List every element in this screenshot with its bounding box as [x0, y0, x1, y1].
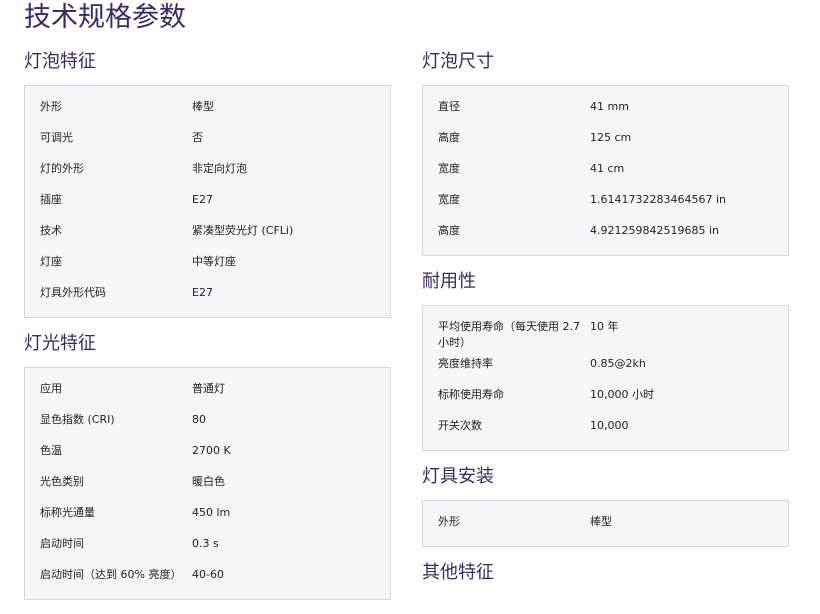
spec-value: 450 lm [192, 506, 231, 519]
spec-row: 标称使用寿命 10,000 小时 [423, 382, 788, 413]
spec-card: 外形 棒型 可调光 否 灯的外形 非定向灯泡 插座 E27 技术 紧凑型荧光灯 (CFLi… [24, 85, 391, 318]
spec-row: 应用 普通灯 [25, 376, 390, 407]
spec-card: 应用 普通灯 显色指数 (CRI) 80 色温 2700 K 光色类别 暖白色 标称光通… [24, 367, 391, 600]
spec-row: 宽度 1.6141732283464567 in [423, 187, 788, 218]
spec-value: 10,000 [590, 419, 629, 432]
spec-card: 平均使用寿命（每天使用 2.7 小时） 10 年 亮度维持率 0.85@2kh 标称… [422, 305, 789, 451]
spec-row: 高度 4.921259842519685 in [423, 218, 788, 249]
spec-label: 宽度 [438, 162, 460, 175]
section-title: 灯泡特征 [24, 51, 96, 72]
spec-value: E27 [192, 193, 213, 206]
spec-value: 紧凑型荧光灯 (CFLi) [192, 224, 294, 237]
spec-row: 开关次数 10,000 [423, 413, 788, 444]
spec-value: 10,000 小时 [590, 388, 654, 401]
section-title: 其他特征 [422, 562, 494, 583]
section-durability: 耐用性 平均使用寿命（每天使用 2.7 小时） 10 年 亮度维持率 0.85@2k… [422, 270, 789, 451]
spec-row: 高度 125 cm [423, 125, 788, 156]
spec-value: 10 年 [590, 320, 619, 333]
spec-value: 40-60 [192, 568, 224, 581]
spec-label: 外形 [40, 100, 62, 113]
spec-label: 光色类别 [40, 475, 84, 488]
spec-value: 125 cm [590, 131, 632, 144]
section-light-features: 灯光特征 应用 普通灯 显色指数 (CRI) 80 色温 2700 K 光色类别 暖白色… [24, 332, 391, 600]
section-bulb-dimensions: 灯泡尺寸 直径 41 mm 高度 125 cm 宽度 41 cm 宽度 1.614173… [422, 50, 789, 256]
right-column: 灯泡尺寸 直径 41 mm 高度 125 cm 宽度 41 cm 宽度 1.614173… [422, 50, 789, 599]
spec-value: 普通灯 [192, 382, 225, 395]
spec-row: 标称光通量 450 lm [25, 500, 390, 531]
spec-row: 外形 棒型 [423, 509, 788, 540]
spec-label: 技术 [40, 224, 62, 237]
spec-value: 棒型 [192, 100, 214, 113]
spec-row: 可调光 否 [25, 125, 390, 156]
spec-row: 启动时间 0.3 s [25, 531, 390, 562]
spec-value: 中等灯座 [192, 255, 236, 268]
left-column: 灯泡特征 外形 棒型 可调光 否 灯的外形 非定向灯泡 插座 E27 技术 紧凑型荧光灯 … [24, 50, 391, 614]
spec-value: 棒型 [590, 515, 612, 528]
spec-label: 灯的外形 [40, 162, 84, 175]
spec-row: 色温 2700 K [25, 438, 390, 469]
section-title: 耐用性 [422, 271, 476, 292]
spec-row: 平均使用寿命（每天使用 2.7 小时） 10 年 [423, 314, 788, 351]
spec-label: 色温 [40, 444, 62, 457]
spec-row: 宽度 41 cm [423, 156, 788, 187]
spec-row: 亮度维持率 0.85@2kh [423, 351, 788, 382]
section-title: 灯光特征 [24, 333, 96, 354]
spec-label: 高度 [438, 224, 460, 237]
section-title: 灯泡尺寸 [422, 51, 494, 72]
spec-label: 标称使用寿命 [438, 388, 504, 401]
spec-value: 80 [192, 413, 206, 426]
spec-row: 启动时间（达到 60% 亮度） 40-60 [25, 562, 390, 593]
spec-label: 直径 [438, 100, 460, 113]
spec-value: 41 mm [590, 100, 629, 113]
page-title: 技术规格参数 [24, 2, 186, 33]
section-other-features: 其他特征 [422, 561, 789, 585]
spec-label: 启动时间（达到 60% 亮度） [40, 568, 182, 581]
spec-row: 光色类别 暖白色 [25, 469, 390, 500]
spec-label: 灯座 [40, 255, 62, 268]
spec-label: 插座 [40, 193, 62, 206]
spec-row: 灯具外形代码 E27 [25, 280, 390, 311]
spec-label: 标称光通量 [40, 506, 95, 519]
spec-row: 外形 棒型 [25, 94, 390, 125]
spec-value: 41 cm [590, 162, 625, 175]
spec-card: 直径 41 mm 高度 125 cm 宽度 41 cm 宽度 1.61417322834… [422, 85, 789, 256]
spec-label: 应用 [40, 382, 62, 395]
spec-label: 高度 [438, 131, 460, 144]
spec-value: 1.6141732283464567 in [590, 193, 726, 206]
spec-label: 平均使用寿命（每天使用 2.7 小时） [438, 320, 580, 349]
spec-label: 亮度维持率 [438, 357, 493, 370]
section-title: 灯具安装 [422, 466, 494, 487]
spec-label: 外形 [438, 515, 460, 528]
spec-value: 2700 K [192, 444, 231, 457]
spec-value: 0.3 s [192, 537, 219, 550]
spec-label: 可调光 [40, 131, 73, 144]
spec-row: 显色指数 (CRI) 80 [25, 407, 390, 438]
spec-label: 宽度 [438, 193, 460, 206]
spec-value: 4.921259842519685 in [590, 224, 719, 237]
section-fixture-installation: 灯具安装 外形 棒型 [422, 465, 789, 547]
spec-value: E27 [192, 286, 213, 299]
spec-value: 非定向灯泡 [192, 162, 247, 175]
spec-value: 否 [192, 131, 203, 144]
spec-label: 显色指数 (CRI) [40, 413, 115, 426]
spec-label: 开关次数 [438, 419, 482, 432]
spec-value: 暖白色 [192, 475, 225, 488]
spec-row: 直径 41 mm [423, 94, 788, 125]
spec-row: 技术 紧凑型荧光灯 (CFLi) [25, 218, 390, 249]
spec-label: 灯具外形代码 [40, 286, 106, 299]
spec-row: 灯座 中等灯座 [25, 249, 390, 280]
spec-card: 外形 棒型 [422, 500, 789, 547]
spec-row: 插座 E27 [25, 187, 390, 218]
section-bulb-features: 灯泡特征 外形 棒型 可调光 否 灯的外形 非定向灯泡 插座 E27 技术 紧凑型荧光灯 … [24, 50, 391, 318]
spec-row: 灯的外形 非定向灯泡 [25, 156, 390, 187]
spec-value: 0.85@2kh [590, 357, 646, 370]
spec-label: 启动时间 [40, 537, 84, 550]
